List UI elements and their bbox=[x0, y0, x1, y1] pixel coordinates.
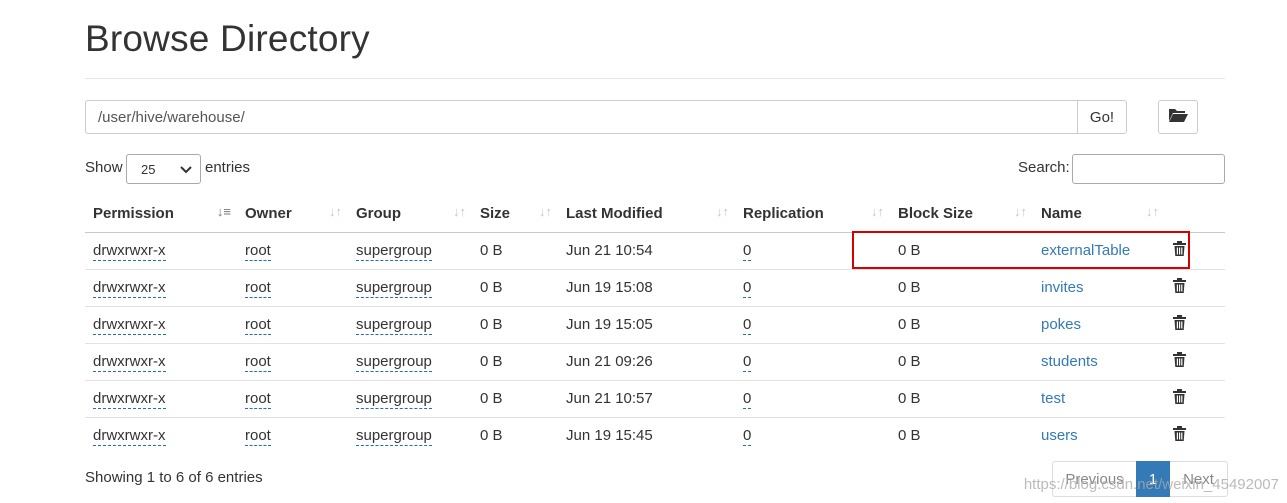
header-replication[interactable]: Replication ↓↑ bbox=[735, 195, 890, 233]
permission-cell[interactable]: drwxrwxr-x bbox=[93, 279, 166, 298]
replication-cell[interactable]: 0 bbox=[743, 427, 752, 447]
group-cell[interactable]: supergroup bbox=[356, 390, 432, 409]
modified-cell: Jun 19 15:05 bbox=[558, 305, 735, 343]
owner-cell[interactable]: root bbox=[245, 279, 271, 298]
header-name[interactable]: Name ↓↑ bbox=[1033, 195, 1165, 233]
size-cell: 0 B bbox=[472, 379, 558, 417]
search-input[interactable] bbox=[1072, 154, 1225, 184]
header-permission[interactable]: Permission ↓≡ bbox=[85, 195, 237, 233]
sort-ascending-icon: ↓≡ bbox=[216, 204, 231, 219]
owner-cell[interactable]: root bbox=[245, 242, 271, 261]
entries-per-page-select[interactable]: 25 bbox=[126, 154, 201, 184]
modified-cell: Jun 21 10:54 bbox=[558, 231, 735, 269]
sort-icon: ↓↑ bbox=[1146, 204, 1159, 219]
show-label: Show bbox=[85, 159, 123, 176]
name-link[interactable]: test bbox=[1041, 390, 1065, 407]
name-link[interactable]: invites bbox=[1041, 279, 1084, 296]
go-button[interactable]: Go! bbox=[1077, 100, 1127, 134]
group-cell[interactable]: supergroup bbox=[356, 353, 432, 372]
modified-cell: Jun 19 15:08 bbox=[558, 268, 735, 306]
trash-icon[interactable] bbox=[1173, 426, 1186, 445]
permission-cell[interactable]: drwxrwxr-x bbox=[93, 242, 166, 261]
trash-icon[interactable] bbox=[1173, 315, 1186, 334]
replication-cell[interactable]: 0 bbox=[743, 316, 752, 335]
folder-open-icon bbox=[1168, 107, 1188, 127]
size-cell: 0 B bbox=[472, 231, 558, 269]
modified-cell: Jun 21 10:57 bbox=[558, 379, 735, 417]
sort-icon: ↓↑ bbox=[453, 204, 466, 219]
trash-icon[interactable] bbox=[1173, 352, 1186, 371]
header-last-modified[interactable]: Last Modified ↓↑ bbox=[558, 195, 735, 233]
entries-selected-value: 25 bbox=[141, 161, 156, 177]
block-size-cell: 0 B bbox=[890, 416, 1033, 454]
table-row: drwxrwxr-x root supergroup 0 B Jun 21 09… bbox=[85, 342, 1225, 380]
name-link[interactable]: students bbox=[1041, 353, 1098, 370]
table-row: drwxrwxr-x root supergroup 0 B Jun 19 15… bbox=[85, 416, 1225, 454]
block-size-cell: 0 B bbox=[890, 379, 1033, 417]
sort-icon: ↓↑ bbox=[539, 204, 552, 219]
replication-cell[interactable]: 0 bbox=[743, 390, 752, 409]
table-row: drwxrwxr-x root supergroup 0 B Jun 19 15… bbox=[85, 305, 1225, 343]
replication-cell[interactable]: 0 bbox=[743, 279, 752, 298]
trash-icon[interactable] bbox=[1173, 389, 1186, 408]
replication-cell[interactable]: 0 bbox=[743, 353, 752, 372]
permission-cell[interactable]: drwxrwxr-x bbox=[93, 353, 166, 372]
title-divider bbox=[85, 78, 1225, 79]
header-group[interactable]: Group ↓↑ bbox=[348, 195, 472, 233]
path-bar: Go! bbox=[85, 100, 1127, 134]
sort-icon: ↓↑ bbox=[329, 204, 342, 219]
page-title: Browse Directory bbox=[85, 18, 370, 59]
table-row: drwxrwxr-x root supergroup 0 B Jun 21 10… bbox=[85, 379, 1225, 417]
size-cell: 0 B bbox=[472, 342, 558, 380]
trash-icon[interactable] bbox=[1173, 278, 1186, 297]
watermark: https://blog.csdn.net/weixin_45492007 bbox=[1023, 476, 1279, 493]
group-cell[interactable]: supergroup bbox=[356, 316, 432, 335]
block-size-cell: 0 B bbox=[890, 342, 1033, 380]
modified-cell: Jun 19 15:45 bbox=[558, 416, 735, 454]
size-cell: 0 B bbox=[472, 416, 558, 454]
group-cell[interactable]: supergroup bbox=[356, 279, 432, 298]
block-size-cell: 0 B bbox=[890, 268, 1033, 306]
owner-cell[interactable]: root bbox=[245, 427, 271, 447]
permission-cell[interactable]: drwxrwxr-x bbox=[93, 316, 166, 335]
owner-cell[interactable]: root bbox=[245, 353, 271, 372]
table-info: Showing 1 to 6 of 6 entries bbox=[85, 469, 263, 486]
size-cell: 0 B bbox=[472, 268, 558, 306]
permission-cell[interactable]: drwxrwxr-x bbox=[93, 427, 166, 447]
group-cell[interactable]: supergroup bbox=[356, 427, 432, 447]
chevron-down-icon bbox=[180, 162, 192, 177]
group-cell[interactable]: supergroup bbox=[356, 242, 432, 261]
name-link[interactable]: users bbox=[1041, 427, 1078, 444]
block-size-cell: 0 B bbox=[890, 305, 1033, 343]
sort-icon: ↓↑ bbox=[1014, 204, 1027, 219]
header-actions bbox=[1165, 195, 1225, 233]
header-size[interactable]: Size ↓↑ bbox=[472, 195, 558, 233]
table-header-row: Permission ↓≡ Owner ↓↑ Group ↓↑ Size ↓↑ Last… bbox=[85, 195, 1225, 233]
header-owner[interactable]: Owner ↓↑ bbox=[237, 195, 348, 233]
create-directory-button[interactable] bbox=[1158, 100, 1198, 134]
owner-cell[interactable]: root bbox=[245, 316, 271, 335]
owner-cell[interactable]: root bbox=[245, 390, 271, 409]
path-input[interactable] bbox=[85, 100, 1077, 134]
modified-cell: Jun 21 09:26 bbox=[558, 342, 735, 380]
search-label: Search: bbox=[1018, 159, 1070, 176]
table-row: drwxrwxr-x root supergroup 0 B Jun 19 15… bbox=[85, 268, 1225, 306]
permission-cell[interactable]: drwxrwxr-x bbox=[93, 390, 166, 409]
sort-icon: ↓↑ bbox=[716, 204, 729, 219]
header-block-size[interactable]: Block Size ↓↑ bbox=[890, 195, 1033, 233]
name-link[interactable]: pokes bbox=[1041, 316, 1081, 333]
replication-cell[interactable]: 0 bbox=[743, 242, 752, 261]
size-cell: 0 B bbox=[472, 305, 558, 343]
annotation-highlight-box bbox=[852, 231, 1190, 269]
sort-icon: ↓↑ bbox=[871, 204, 884, 219]
entries-label: entries bbox=[205, 159, 251, 176]
